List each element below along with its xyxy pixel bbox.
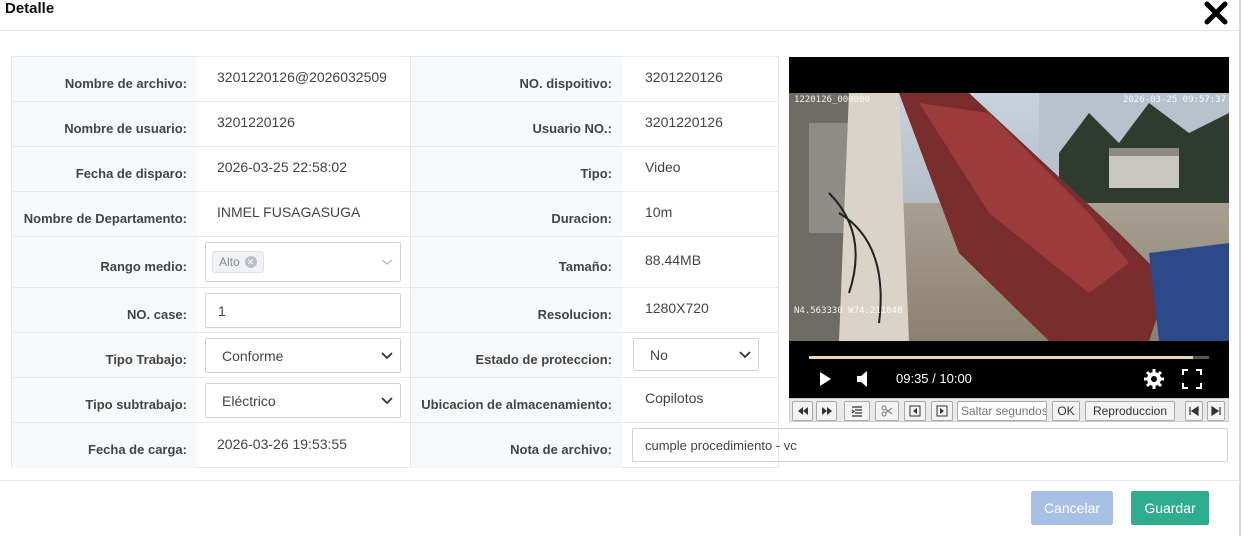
chevron-down-icon (381, 351, 393, 359)
osd-coordinates: N4.563330 W74.211040 (794, 306, 903, 316)
value-nombre-archivo: 3201220126@2026032509 (217, 69, 387, 85)
form-row: NO. case: 1 Resolucion: 1280X720 (12, 288, 778, 333)
label-rango-medio: Rango medio: (12, 237, 197, 287)
no-case-input[interactable]: 1 (205, 293, 401, 328)
remove-tag-icon[interactable]: ✕ (244, 256, 257, 268)
label-ubicacion: Ubicacion de almacenamiento: (412, 378, 622, 422)
tipo-trabajo-value: Conforme (222, 347, 284, 364)
rewind-icon[interactable] (792, 401, 813, 421)
label-tamano: Tamaño: (412, 237, 622, 287)
fullscreen-icon[interactable] (1181, 368, 1203, 390)
detail-form: Nombre de archivo: 3201220126@2026032509… (11, 56, 779, 468)
scissors-icon[interactable] (875, 401, 899, 421)
list-icon[interactable] (844, 401, 870, 421)
label-resolucion: Resolucion: (412, 288, 622, 332)
playback-button[interactable]: Reproduccion (1085, 401, 1175, 421)
cancel-button[interactable]: Cancelar (1031, 491, 1113, 525)
fast-forward-icon[interactable] (816, 401, 837, 421)
label-usuario-no: Usuario NO.: (412, 102, 622, 146)
settings-gear-icon[interactable] (1143, 368, 1165, 390)
osd-timestamp: 2026-03-25 09:57:37 (1123, 95, 1226, 105)
tag-label: Alto (219, 255, 240, 269)
label-fecha-disparo: Fecha de disparo: (12, 147, 197, 191)
value-resolucion: 1280X720 (645, 300, 709, 316)
detail-dialog: Detalle Nombre de archivo: 3201220126@20… (0, 0, 1243, 536)
label-estado-proteccion: Estado de proteccion: (412, 333, 622, 377)
skip-end-icon[interactable] (1207, 401, 1225, 421)
value-usuario-no: 3201220126 (645, 114, 723, 130)
label-no-dispositivo: NO. dispoitivo: (412, 57, 622, 101)
volume-icon[interactable] (855, 368, 873, 390)
save-button[interactable]: Guardar (1131, 491, 1209, 525)
form-row: Nombre de archivo: 3201220126@2026032509… (12, 57, 778, 102)
value-duracion: 10m (645, 204, 673, 220)
estado-proteccion-value: No (650, 346, 668, 363)
footer-divider (0, 480, 1239, 481)
dialog-header: Detalle (0, 0, 1239, 31)
tipo-trabajo-select[interactable]: Conforme (205, 338, 401, 373)
form-row: Rango medio: Alto ✕ Tamaño: 88.44MB (12, 237, 778, 288)
value-fecha-carga: 2026-03-26 19:53:55 (217, 435, 347, 452)
form-row: Nombre de Departamento: INMEL FUSAGASUGA… (12, 192, 778, 237)
tipo-subtrabajo-select[interactable]: Eléctrico (205, 383, 401, 418)
time-display: 09:35 / 10:00 (896, 371, 972, 386)
video-image (789, 93, 1229, 341)
label-departamento: Nombre de Departamento: (12, 192, 197, 236)
value-ubicacion: Copilotos (645, 390, 704, 406)
video-frame[interactable]: 1220126_000000 2026-03-25 09:57:37 N4.56… (789, 93, 1229, 341)
value-fecha-disparo: 2026-03-25 22:58:02 (217, 159, 347, 175)
label-nombre-usuario: Nombre de usuario: (12, 102, 197, 146)
label-nombre-archivo: Nombre de archivo: (12, 57, 197, 101)
scrollbar-edge (1239, 0, 1241, 536)
value-tipo: Video (645, 159, 681, 175)
progress-fill (809, 356, 1193, 359)
value-no-dispositivo: 3201220126 (645, 69, 723, 85)
progress-bar[interactable] (809, 356, 1209, 359)
label-tipo-trabajo: Tipo Trabajo: (12, 333, 197, 377)
play-icon[interactable] (817, 368, 833, 390)
label-duracion: Duracion: (412, 192, 622, 236)
player-toolbar: OK Reproduccion (789, 398, 1229, 422)
form-row: Tipo subtrabajo: Eléctrico Ubicacion de … (12, 378, 778, 423)
chevron-down-icon (381, 259, 393, 265)
value-departamento: INMEL FUSAGASUGA (217, 204, 361, 220)
nota-archivo-input[interactable]: cumple procedimiento - vc (632, 428, 1228, 462)
form-row: Nombre de usuario: 3201220126 Usuario NO… (12, 102, 778, 147)
close-icon[interactable] (1203, 0, 1229, 26)
value-tamano: 88.44MB (645, 252, 702, 268)
rango-medio-select[interactable]: Alto ✕ (205, 242, 401, 282)
label-tipo-subtrabajo: Tipo subtrabajo: (12, 378, 197, 422)
form-row: Tipo Trabajo: Conforme Estado de protecc… (12, 333, 778, 378)
next-frame-icon[interactable] (931, 401, 953, 421)
chevron-down-icon (381, 396, 393, 404)
video-player[interactable]: 1220126_000000 2026-03-25 09:57:37 N4.56… (789, 57, 1229, 398)
dialog-title: Detalle (5, 0, 55, 17)
label-nota-archivo: Nota de archivo: (412, 423, 622, 468)
ok-button[interactable]: OK (1052, 401, 1080, 421)
rango-medio-tag: Alto ✕ (212, 251, 264, 273)
value-nombre-usuario: 3201220126 (217, 114, 295, 130)
label-tipo: Tipo: (412, 147, 622, 191)
seek-seconds-input[interactable] (957, 401, 1047, 421)
label-no-case: NO. case: (12, 288, 197, 332)
osd-device-id: 1220126_000000 (794, 95, 870, 105)
chevron-down-icon (739, 350, 751, 358)
skip-start-icon[interactable] (1185, 401, 1203, 421)
label-fecha-carga: Fecha de carga: (12, 423, 197, 468)
tipo-subtrabajo-value: Eléctrico (222, 392, 276, 409)
form-row: Fecha de disparo: 2026-03-25 22:58:02 Ti… (12, 147, 778, 192)
prev-frame-icon[interactable] (904, 401, 926, 421)
estado-proteccion-select[interactable]: No (633, 338, 759, 371)
